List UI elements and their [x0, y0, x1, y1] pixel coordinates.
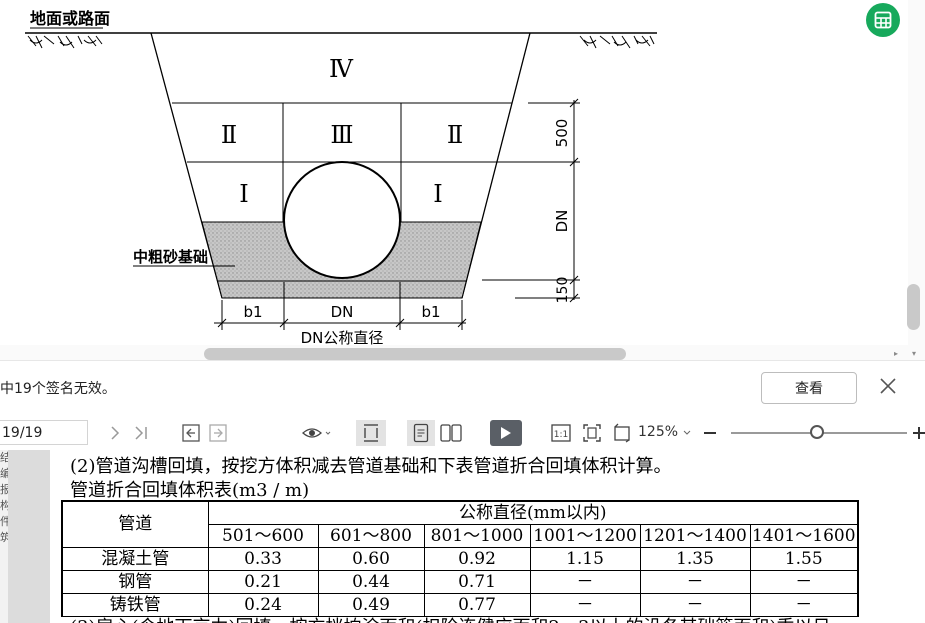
column-header: 601～800 — [317, 524, 425, 548]
page-gutter — [8, 450, 50, 623]
table-row: 钢管 0.21 0.44 0.71 － － － — [61, 570, 859, 594]
pipe-circle — [283, 161, 401, 279]
dim-label-150: 150 — [555, 277, 571, 304]
row-label: 钢管 — [61, 570, 209, 594]
slideshow-play-button[interactable] — [490, 420, 522, 446]
zoom-dropdown-icon[interactable] — [681, 420, 693, 446]
column-header: 501～600 — [207, 524, 319, 548]
table-cell: 0.92 — [423, 547, 531, 571]
table-cell: 0.71 — [423, 570, 531, 594]
zone-label-middle: Ⅲ — [330, 121, 353, 149]
eye-view-mode-icon[interactable] — [299, 420, 333, 446]
view-signatures-button[interactable]: 查看 — [761, 372, 857, 404]
forward-view-icon[interactable] — [207, 420, 229, 446]
zone-label-lower-left: Ⅰ — [239, 180, 248, 208]
table-header-row: 管道 公称直径(mm以内) — [61, 500, 859, 548]
play-icon — [501, 427, 511, 439]
signature-message: 中19个签名无效。 — [0, 381, 116, 397]
table-caption: 管道折合回填体积表(m3 / m) — [70, 480, 310, 501]
document-page: (2)管道沟槽回填，按挖方体积减去管道基础和下表管道折合回填体积计算。 管道折合… — [50, 450, 925, 623]
single-page-icon[interactable] — [407, 420, 435, 446]
grid-icon — [874, 11, 892, 29]
drawing-title: 地面或路面 — [30, 9, 110, 28]
rotate-page-icon[interactable] — [610, 420, 634, 446]
zone-label-upper-right: Ⅱ — [447, 121, 463, 149]
fit-page-icon[interactable] — [580, 420, 604, 446]
ground-hatch-right — [579, 35, 655, 49]
column-header: 1001～1200 — [529, 524, 641, 548]
column-header: 1201～1400 — [639, 524, 751, 548]
paragraph-cut-off: (3)扉心(令地下京力)回填，按方挡垧涂面和(扣险连健应面和2、3以上的沿冬其础… — [70, 613, 831, 623]
zoom-out-icon[interactable] — [701, 420, 719, 446]
scroll-down-arrow-icon[interactable]: ▾ — [912, 349, 916, 358]
table-cell: － — [749, 570, 859, 594]
two-page-icon[interactable] — [437, 420, 465, 446]
dim-label-dn-vertical: DN — [553, 210, 571, 233]
table-row: 混凝土管 0.33 0.60 0.92 1.15 1.35 1.55 — [61, 547, 859, 571]
backfill-volume-table: 管道 公称直径(mm以内) 501～600 601～800 801～1000 1… — [61, 500, 859, 617]
table-cell: 0.60 — [317, 547, 425, 571]
pipe-column-header: 管道 — [61, 500, 209, 548]
table-app-icon[interactable] — [866, 3, 900, 37]
paragraph-backfill: (2)管道沟槽回填，按挖方体积减去管道基础和下表管道折合回填体积计算。 — [70, 456, 672, 477]
bedding-label: 中粗砂基础 — [133, 248, 208, 266]
row-label: 混凝土管 — [61, 547, 209, 571]
table-cell: 0.21 — [207, 570, 319, 594]
vertical-scroll-thumb[interactable] — [907, 284, 920, 330]
left-clipped-text: 结编报构件筑 — [0, 450, 8, 623]
svg-text:1:1: 1:1 — [554, 430, 568, 440]
dim-label-b1-left: b1 — [243, 303, 262, 321]
dim-label-500: 500 — [553, 119, 571, 148]
signature-notification-bar: 中19个签名无效。 查看 — [0, 360, 925, 418]
zone-label-upper-left: Ⅱ — [221, 121, 237, 149]
table-cell: － — [529, 570, 641, 594]
diameter-group-header: 公称直径(mm以内) — [207, 500, 859, 525]
actual-size-icon[interactable]: 1:1 — [549, 420, 573, 446]
column-header: 1401～1600 — [749, 524, 859, 548]
dim-label-dn-horizontal: DN — [331, 303, 354, 321]
zoom-in-icon[interactable] — [913, 420, 925, 446]
table-cell: 1.15 — [529, 547, 641, 571]
zone-label-lower-right: Ⅰ — [433, 180, 442, 208]
page-number-input[interactable]: 19/19 — [0, 420, 88, 445]
zoom-level[interactable]: 125% — [638, 424, 678, 440]
horizontal-scroll-thumb[interactable] — [204, 348, 626, 360]
table-cell: 1.55 — [749, 547, 859, 571]
fit-width-icon[interactable] — [356, 420, 386, 446]
last-page-icon[interactable] — [132, 420, 150, 446]
table-cell: 1.35 — [639, 547, 751, 571]
ground-hatch-left — [27, 35, 103, 49]
table-cell: － — [639, 570, 751, 594]
zone-label-top: Ⅳ — [329, 55, 354, 83]
table-cell: 0.44 — [317, 570, 425, 594]
scroll-right-arrow-icon[interactable]: ▸ — [894, 349, 898, 358]
zoom-slider-handle[interactable] — [810, 425, 824, 439]
table-cell: 0.33 — [207, 547, 319, 571]
reader-toolbar: 19/19 1:1 125% — [0, 416, 925, 451]
dim-label-b1-right: b1 — [421, 303, 440, 321]
trench-backfill-diagram: Ⅳ Ⅱ Ⅲ Ⅱ Ⅰ Ⅰ 地面或路面 中粗砂基础 500 DN 150 b1 DN… — [25, 9, 657, 345]
next-page-icon[interactable] — [106, 420, 124, 446]
dim-caption: DN公称直径 — [301, 329, 384, 345]
column-header: 801～1000 — [423, 524, 531, 548]
back-view-icon[interactable] — [180, 420, 202, 446]
close-icon[interactable] — [876, 374, 900, 398]
